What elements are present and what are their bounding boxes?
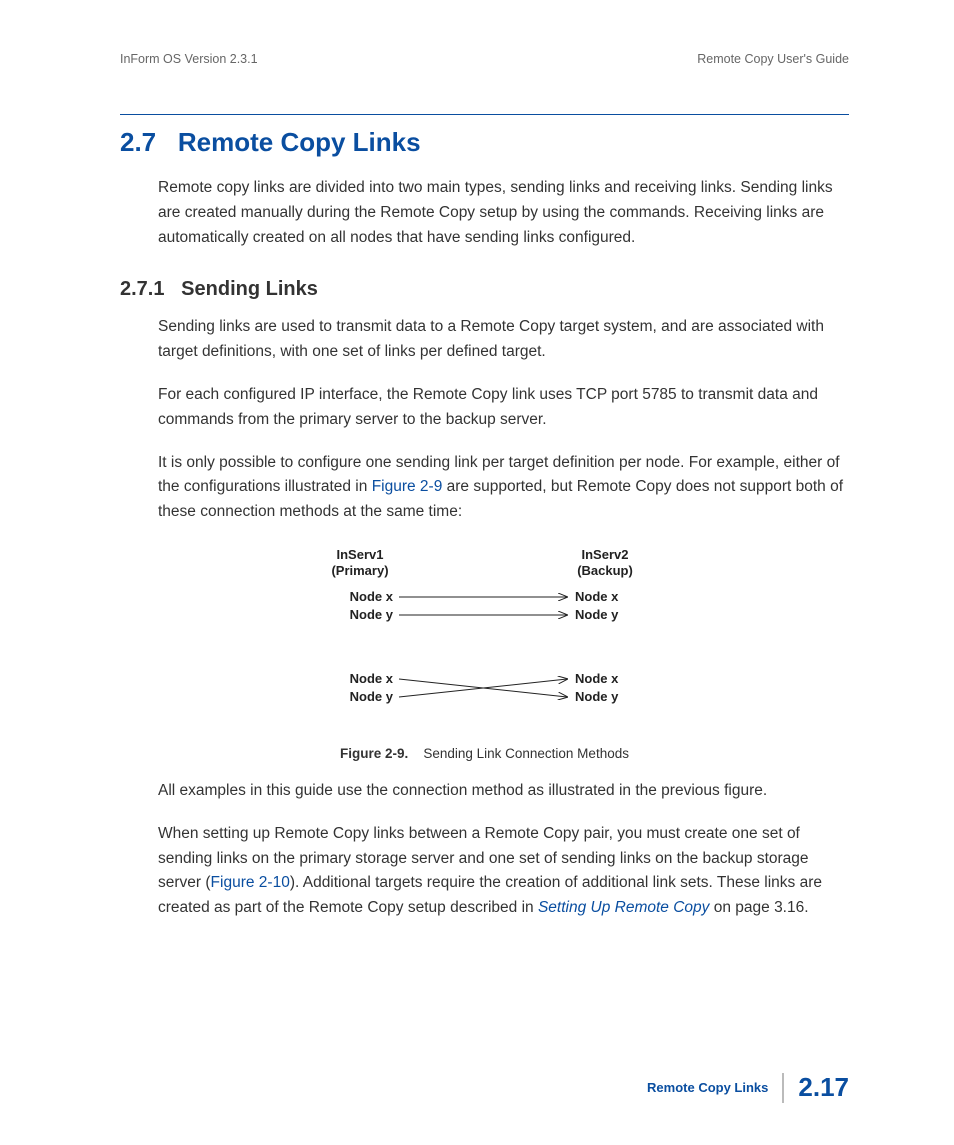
figure-text: Sending Link Connection Methods — [423, 746, 629, 761]
diagram-bot-right-nodex: Node x — [575, 671, 619, 686]
diagram-bot-right-nodey: Node y — [575, 689, 619, 704]
figure-label: Figure 2-9. — [340, 746, 408, 761]
diagram-top-right-nodey: Node y — [575, 607, 619, 622]
footer-page-number: 2.17 — [784, 1072, 849, 1103]
header-right: Remote Copy User's Guide — [697, 52, 849, 66]
paragraph-1: Sending links are used to transmit data … — [158, 315, 849, 365]
diagram-right-title2: (Backup) — [577, 563, 633, 578]
diagram: InServ1 (Primary) InServ2 (Backup) Node … — [120, 543, 849, 738]
section-rule — [120, 114, 849, 115]
diagram-right-title1: InServ2 — [581, 547, 628, 562]
intro-paragraph: Remote copy links are divided into two m… — [158, 176, 849, 250]
paragraph-5: When setting up Remote Copy links betwee… — [158, 822, 849, 921]
paragraph-3: It is only possible to configure one sen… — [158, 451, 849, 525]
section-number: 2.7 — [120, 127, 156, 157]
subsection-heading: 2.7.1 Sending Links — [120, 278, 849, 301]
page-header: InForm OS Version 2.3.1 Remote Copy User… — [120, 52, 849, 66]
diagram-top-left-nodey: Node y — [349, 607, 393, 622]
diagram-left-title2: (Primary) — [331, 563, 388, 578]
p5-post: on page 3.16. — [709, 899, 808, 916]
section-title: Remote Copy Links — [178, 127, 421, 157]
footer-section-label: Remote Copy Links — [647, 1073, 784, 1103]
paragraph-4: All examples in this guide use the conne… — [158, 779, 849, 804]
header-left: InForm OS Version 2.3.1 — [120, 52, 258, 66]
subsection-number: 2.7.1 — [120, 278, 164, 300]
diagram-top-right-nodex: Node x — [575, 589, 619, 604]
subsection-title: Sending Links — [181, 278, 318, 300]
diagram-bot-left-nodex: Node x — [349, 671, 393, 686]
xref-setting-up-remote-copy[interactable]: Setting Up Remote Copy — [538, 899, 709, 916]
diagram-svg: InServ1 (Primary) InServ2 (Backup) Node … — [285, 543, 685, 733]
paragraph-2: For each configured IP interface, the Re… — [158, 383, 849, 433]
figure-caption: Figure 2-9. Sending Link Connection Meth… — [120, 746, 849, 761]
figure-ref-2-10[interactable]: Figure 2-10 — [211, 874, 290, 891]
diagram-top-left-nodex: Node x — [349, 589, 393, 604]
diagram-bot-left-nodey: Node y — [349, 689, 393, 704]
page-footer: Remote Copy Links 2.17 — [647, 1072, 849, 1103]
section-heading: 2.7 Remote Copy Links — [120, 127, 849, 158]
diagram-left-title1: InServ1 — [336, 547, 383, 562]
figure-ref-2-9[interactable]: Figure 2-9 — [372, 478, 443, 495]
